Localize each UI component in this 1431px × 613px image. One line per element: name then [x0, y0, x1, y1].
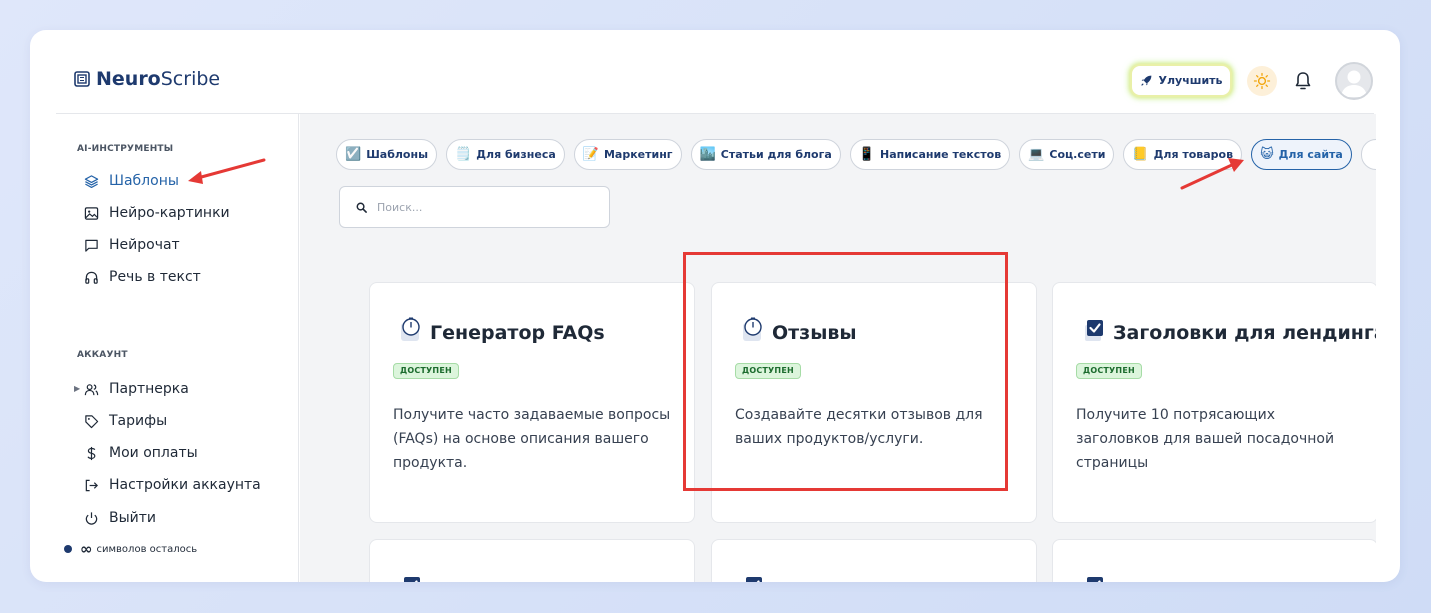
logo-icon	[74, 71, 90, 87]
users-icon	[84, 383, 99, 395]
rocket-icon	[1140, 75, 1151, 86]
headphones-icon	[85, 271, 98, 284]
logo-text: NeuroScribe	[96, 68, 221, 90]
tab-label: Написание текстов	[879, 148, 1002, 161]
search-box[interactable]: Поиск...	[339, 186, 610, 228]
checkbox-icon	[746, 577, 762, 582]
tab-label: Для сайта	[1278, 148, 1343, 161]
checkbox-icon	[1087, 577, 1103, 582]
sidebar-item-label: Шаблоны	[109, 173, 179, 189]
tab-website[interactable]: 😺 Для сайта	[1251, 139, 1352, 170]
tab-overflow[interactable]	[1360, 139, 1376, 170]
status-dot	[64, 545, 72, 553]
status-badge: ДОСТУПЕН	[1076, 363, 1142, 379]
sidebar-item-partners[interactable]: Партнерка	[84, 379, 189, 399]
notepad-icon: 🗒️	[455, 147, 472, 162]
tab-label: Соц.сети	[1049, 148, 1106, 161]
ledger-icon: 📒	[1132, 147, 1149, 162]
tag-icon	[85, 414, 99, 428]
logo[interactable]: NeuroScribe	[74, 68, 220, 90]
top-header: NeuroScribe Улучшить	[56, 30, 1374, 114]
logout-icon	[85, 479, 98, 491]
category-tabs: ☑️ Шаблоны 🗒️ Для бизнеса 📝 Маркетинг 🏙️ Ста…	[336, 139, 1376, 171]
image-icon	[84, 206, 99, 220]
memo-icon: 📝	[582, 147, 599, 162]
layers-icon	[84, 174, 99, 188]
theme-toggle[interactable]	[1247, 66, 1277, 96]
stopwatch-icon	[401, 317, 420, 341]
card-description: Получите 10 потрясающих заголовков для в…	[1076, 407, 1335, 471]
tab-label: Шаблоны	[366, 148, 429, 161]
main-content: ☑️ Шаблоны 🗒️ Для бизнеса 📝 Маркетинг 🏙️ Ста…	[300, 114, 1376, 582]
sidebar-item-label: Нейрочат	[109, 237, 180, 253]
tab-marketing[interactable]: 📝 Маркетинг	[573, 139, 682, 170]
credits-indicator: ∞ символов осталось	[64, 540, 197, 558]
section-title-ai: AI-ИНСТРУМЕНТЫ	[77, 144, 174, 154]
infinity-symbol: ∞	[80, 540, 93, 558]
card-description: Создавайте десятки отзывов для ваших про…	[735, 407, 983, 447]
expand-caret-icon[interactable]: ▶	[74, 384, 80, 393]
tab-templates[interactable]: ☑️ Шаблоны	[336, 139, 438, 170]
template-card-row2-2[interactable]	[711, 539, 1037, 582]
card-title: Генератор FAQs	[430, 322, 605, 344]
sidebar-item-label: Партнерка	[109, 381, 189, 397]
search-icon	[356, 202, 367, 213]
sidebar-item-label: Мои оплаты	[109, 445, 198, 461]
tab-label: Для товаров	[1153, 148, 1234, 161]
checkbox-icon	[1085, 320, 1103, 341]
checkbox-icon	[404, 577, 420, 582]
sidebar-item-tariffs[interactable]: Тарифы	[84, 411, 167, 431]
tab-label: Статьи для блога	[720, 148, 832, 161]
sidebar-item-payments[interactable]: Мои оплаты	[84, 443, 198, 463]
tab-social[interactable]: 💻 Соц.сети	[1019, 139, 1115, 170]
upgrade-button[interactable]: Улучшить	[1130, 64, 1232, 97]
power-icon	[85, 511, 98, 525]
template-card-reviews[interactable]: Отзывы ДОСТУПЕН Создавайте десятки отзыв…	[711, 282, 1037, 523]
status-badge: ДОСТУПЕН	[393, 363, 459, 379]
upgrade-label: Улучшить	[1158, 74, 1223, 87]
card-title: Отзывы	[772, 322, 857, 344]
sidebar-item-account-settings[interactable]: Настройки аккаунта	[84, 475, 261, 495]
credits-label: символов осталось	[96, 543, 198, 555]
tab-label: Для бизнеса	[476, 148, 556, 161]
template-card-faq[interactable]: Генератор FAQs ДОСТУПЕН Получите часто з…	[369, 282, 695, 523]
tab-blog-articles[interactable]: 🏙️ Статьи для блога	[690, 139, 841, 170]
city-icon: 🏙️	[699, 147, 716, 162]
template-card-row2-1[interactable]	[369, 539, 695, 582]
template-card-row2-3[interactable]	[1052, 539, 1376, 582]
sidebar-item-label: Речь в текст	[109, 269, 201, 285]
sun-icon	[1253, 72, 1271, 90]
status-badge: ДОСТУПЕН	[735, 363, 801, 379]
sidebar-item-label: Нейро-картинки	[109, 205, 230, 221]
sidebar-item-neurochat[interactable]: Нейрочат	[84, 235, 180, 255]
template-card-landing-headlines[interactable]: Заголовки для лендинга ДОСТУПЕН Получите…	[1052, 282, 1376, 523]
bell-icon[interactable]	[1292, 70, 1314, 92]
sidebar-item-label: Выйти	[109, 510, 157, 526]
sidebar-item-templates[interactable]: Шаблоны	[84, 171, 179, 191]
avatar[interactable]	[1335, 62, 1373, 100]
sidebar-item-logout[interactable]: Выйти	[84, 508, 156, 528]
sidebar-item-neuro-images[interactable]: Нейро-картинки	[84, 203, 230, 223]
dollar-icon	[87, 446, 96, 460]
checkbox-icon: ☑️	[345, 147, 362, 162]
stopwatch-icon	[743, 317, 762, 341]
sidebar-item-speech-to-text[interactable]: Речь в текст	[84, 267, 201, 287]
user-avatar-icon	[1341, 70, 1367, 97]
search-placeholder: Поиск...	[377, 200, 423, 214]
phone-icon: 📱	[858, 147, 875, 162]
card-title: Заголовки для лендинга	[1113, 322, 1376, 344]
tab-products[interactable]: 📒 Для товаров	[1123, 139, 1243, 170]
tab-business[interactable]: 🗒️ Для бизнеса	[446, 139, 565, 170]
tab-copywriting[interactable]: 📱 Написание текстов	[849, 139, 1011, 170]
sidebar: AI-ИНСТРУМЕНТЫ Шаблоны Нейро-картинки Не…	[56, 114, 299, 582]
sidebar-item-label: Настройки аккаунта	[109, 477, 261, 493]
app-window: NeuroScribe Улучшить AI-ИНСТРУМЕНТЫ Шабл…	[30, 30, 1400, 582]
chat-icon	[85, 239, 98, 252]
card-description: Получите часто задаваемые вопросы (FAQs)…	[393, 407, 671, 471]
laptop-icon: 💻	[1028, 147, 1045, 162]
section-title-account: АККАУНТ	[77, 350, 128, 360]
tab-label: Маркетинг	[603, 148, 673, 161]
sidebar-item-label: Тарифы	[109, 413, 168, 429]
cat-icon: 😺	[1260, 147, 1274, 162]
